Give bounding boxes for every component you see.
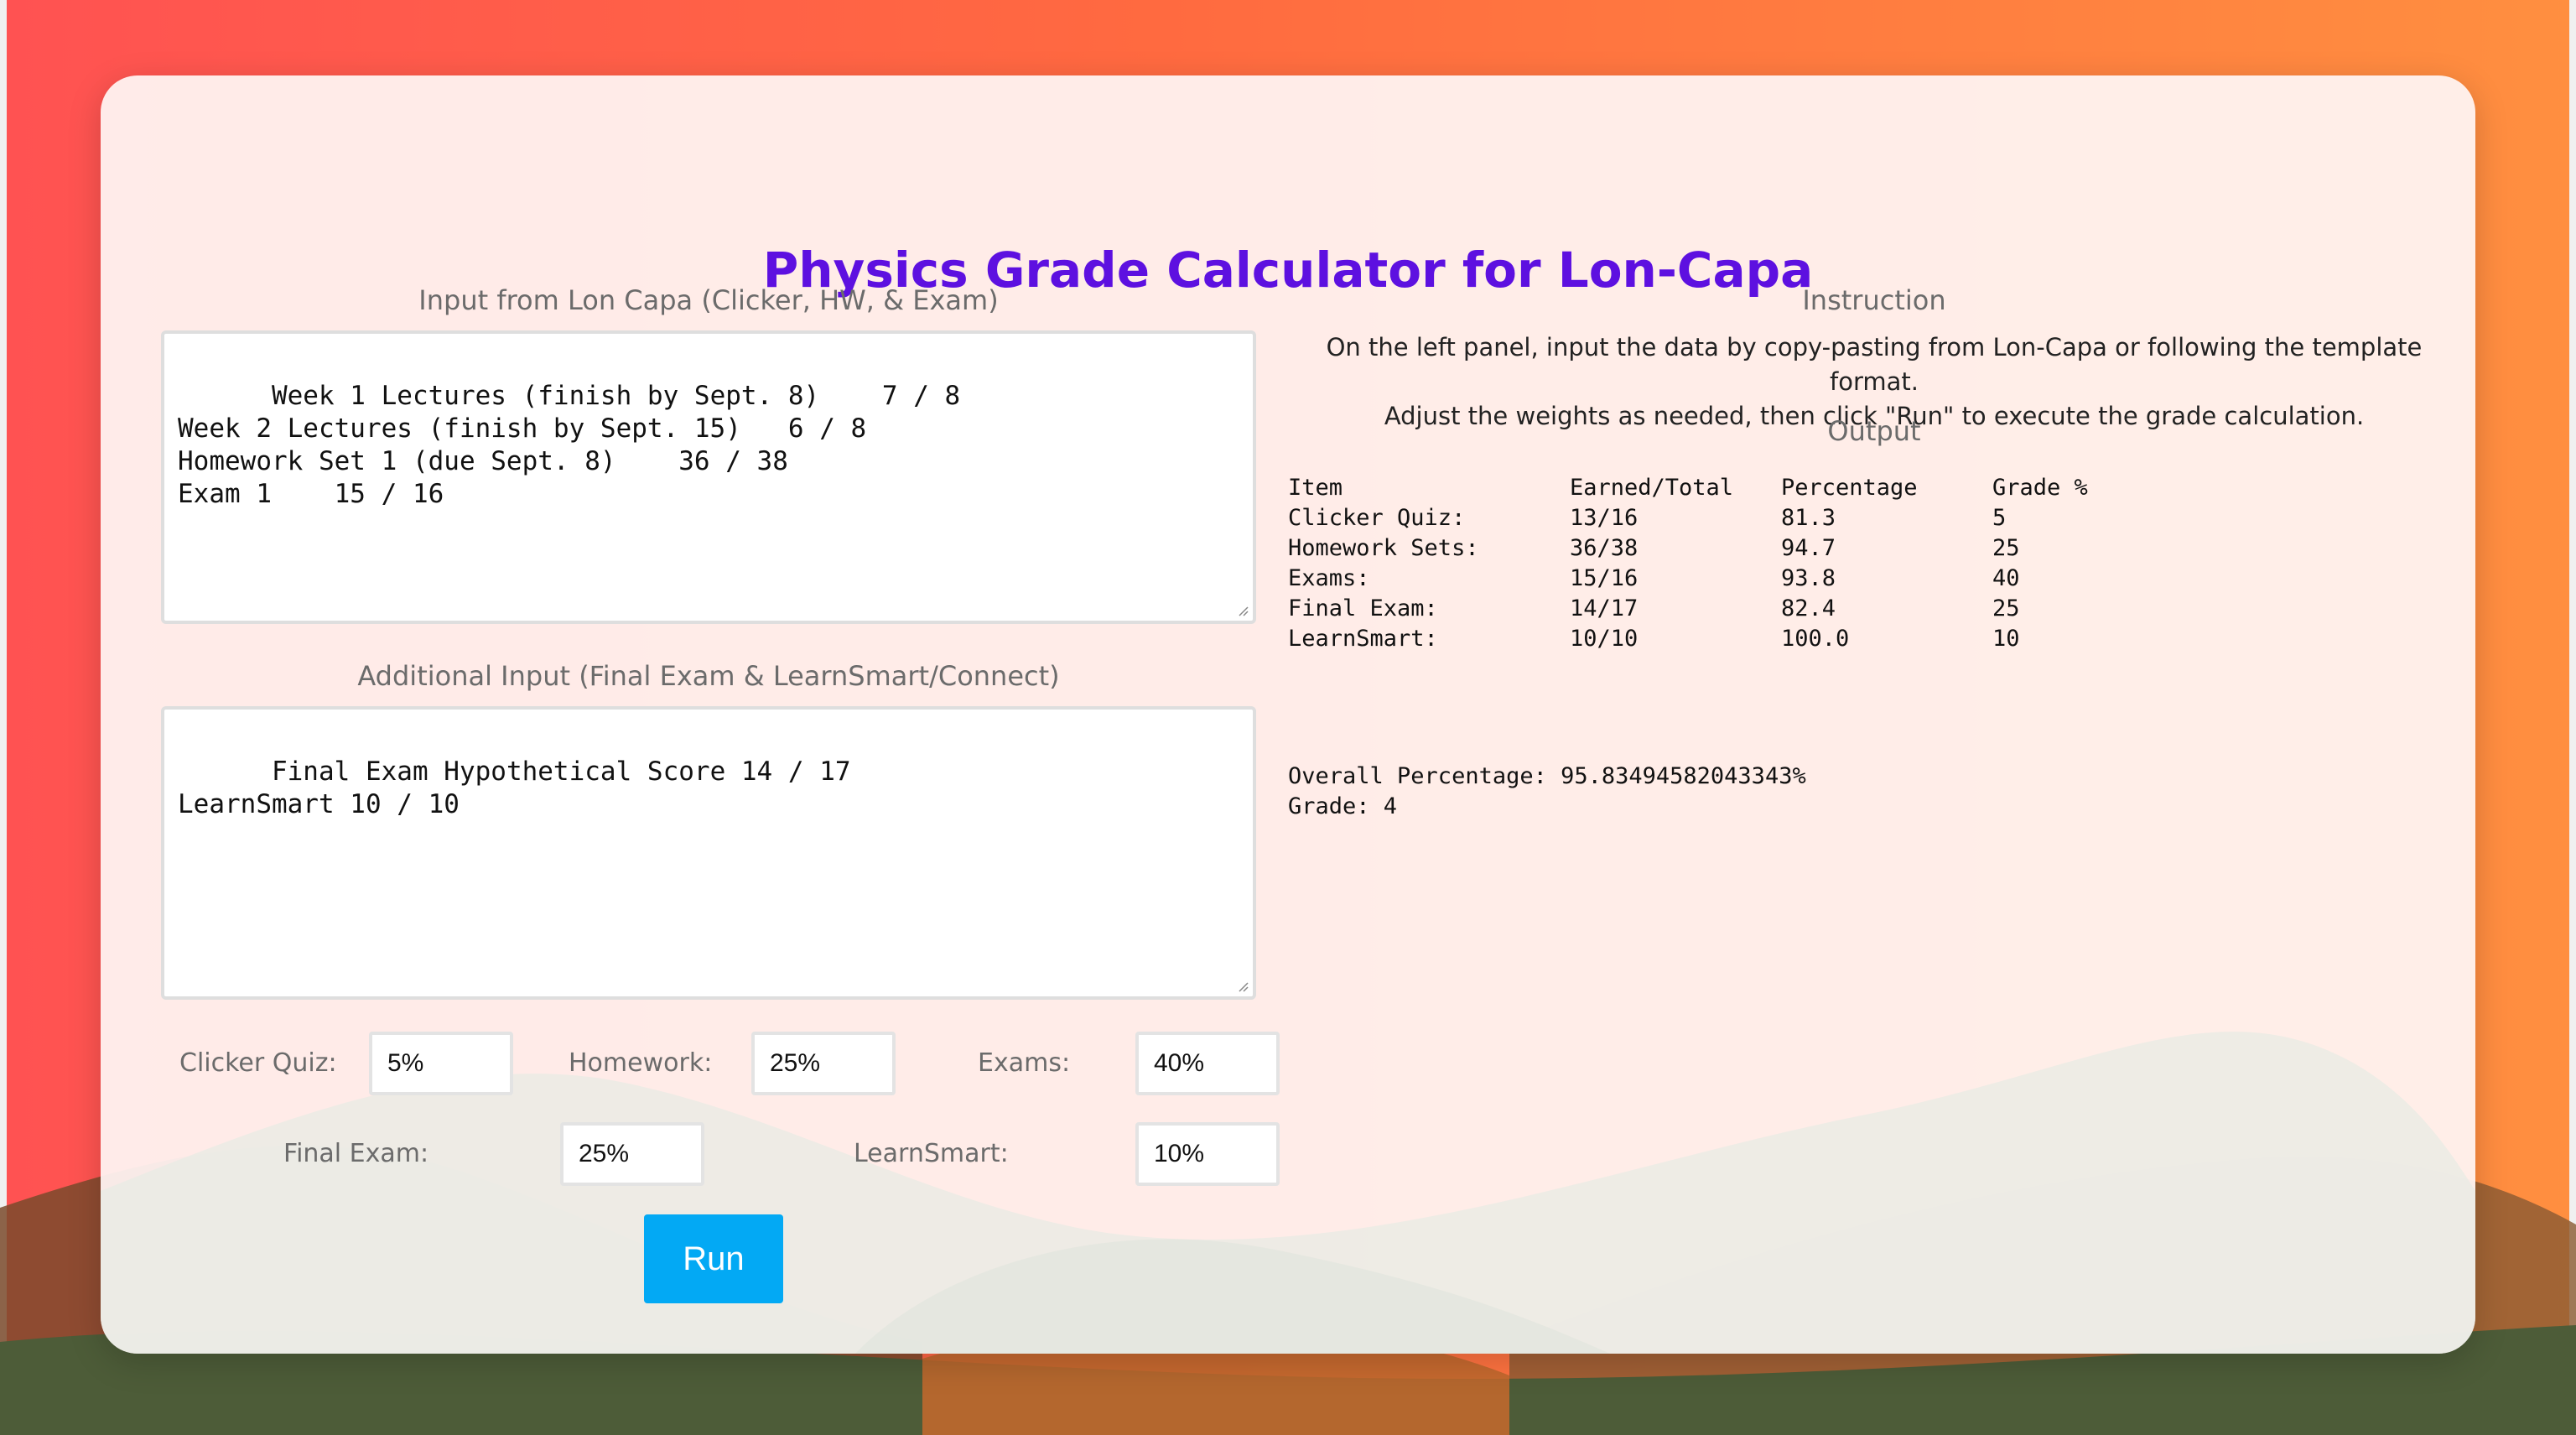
learnsmart-weight-input[interactable]: 10% [1135, 1122, 1280, 1186]
output-cell: 81.3 [1781, 505, 1836, 531]
output-cell: 10/10 [1570, 626, 1639, 652]
clicker-weight-label: Clicker Quiz: [179, 1048, 337, 1078]
additional-input-text: Final Exam Hypothetical Score 14 / 17 Le… [178, 756, 851, 819]
output-cell: 10 [1992, 626, 2020, 652]
output-cell: 13/16 [1570, 505, 1639, 531]
output-summary: Overall Percentage: 95.83494582043343% G… [1288, 762, 1806, 822]
input-section-label: Input from Lon Capa (Clicker, HW, & Exam… [418, 284, 999, 316]
clicker-weight-input[interactable]: 5% [369, 1032, 513, 1095]
output-cell: 40 [1992, 565, 2020, 591]
output-cell: 36/38 [1570, 535, 1639, 561]
learnsmart-weight-label: LearnSmart: [854, 1139, 1009, 1168]
run-button[interactable]: Run [644, 1214, 783, 1303]
instruction-heading: Instruction [1802, 284, 1946, 316]
output-cell: 5 [1992, 505, 2007, 531]
output-cell: 94.7 [1781, 535, 1836, 561]
exams-weight-input[interactable]: 40% [1135, 1032, 1280, 1095]
instruction-line-1: On the left panel, input the data by cop… [1326, 333, 2423, 396]
output-cell: 15/16 [1570, 565, 1639, 591]
additional-section-label: Additional Input (Final Exam & LearnSmar… [357, 660, 1060, 692]
final-exam-weight-label: Final Exam: [283, 1139, 429, 1168]
overall-percentage: Overall Percentage: 95.83494582043343% [1288, 763, 1806, 789]
output-cell: 25 [1992, 535, 2020, 561]
lon-capa-input-textarea[interactable]: Week 1 Lectures (finish by Sept. 8) 7 / … [161, 330, 1256, 624]
output-cell: Clicker Quiz: [1288, 505, 1466, 531]
output-cell: Exams: [1288, 565, 1370, 591]
homework-weight-input[interactable]: 25% [751, 1032, 896, 1095]
output-cell: 82.4 [1781, 595, 1836, 621]
lon-capa-input-text: Week 1 Lectures (finish by Sept. 8) 7 / … [178, 381, 961, 509]
final-exam-weight-input[interactable]: 25% [560, 1122, 704, 1186]
column-header: Percentage [1781, 475, 1918, 501]
output-cell: 100.0 [1781, 626, 1850, 652]
exams-weight-label: Exams: [978, 1048, 1071, 1078]
column-header: Item [1288, 475, 1343, 501]
homework-weight-label: Homework: [569, 1048, 713, 1078]
output-cell: 25 [1992, 595, 2020, 621]
calculator-card: Physics Grade Calculator for Lon-Capa In… [101, 75, 2475, 1354]
output-cell: 93.8 [1781, 565, 1836, 591]
additional-input-textarea[interactable]: Final Exam Hypothetical Score 14 / 17 Le… [161, 706, 1256, 1000]
final-grade: Grade: 4 [1288, 793, 1398, 819]
output-heading: Output [1827, 415, 1921, 447]
output-cell: Final Exam: [1288, 595, 1438, 621]
column-header: Grade % [1992, 475, 2088, 501]
output-cell: 14/17 [1570, 595, 1639, 621]
resize-grip-icon[interactable] [1236, 980, 1249, 993]
column-header: Earned/Total [1570, 475, 1734, 501]
resize-grip-icon[interactable] [1236, 604, 1249, 617]
output-cell: Homework Sets: [1288, 535, 1479, 561]
output-cell: LearnSmart: [1288, 626, 1438, 652]
